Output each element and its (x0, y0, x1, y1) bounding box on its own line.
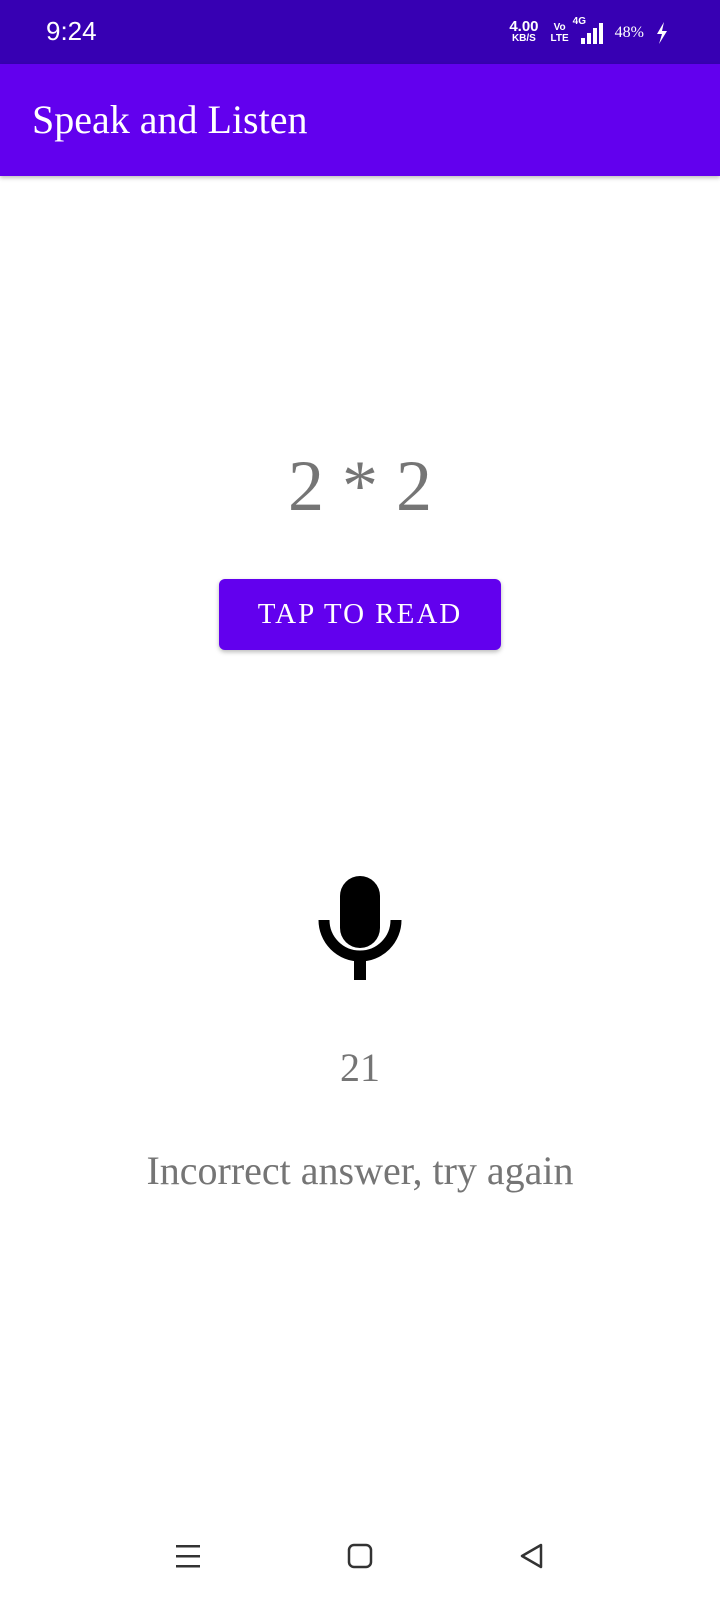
result-message: Incorrect answer, try again (146, 1148, 574, 1193)
app-bar: Speak and Listen (0, 64, 720, 176)
network-speed: 4.00 KB/S (509, 18, 539, 45)
microphone-icon (318, 876, 402, 980)
charging-bolt-icon (656, 22, 668, 44)
battery-percent: 48% (614, 24, 644, 41)
app-title: Speak and Listen (32, 97, 308, 142)
app-screen: 9:24 4.00 KB/S Vo LTE 4G 48% Speak and L… (0, 0, 720, 1600)
network-type: 4G (572, 16, 587, 27)
back-triangle-icon[interactable] (504, 1528, 560, 1584)
volte-top: Vo (553, 22, 566, 33)
status-bar: 9:24 4.00 KB/S Vo LTE 4G 48% (0, 0, 720, 64)
spoken-answer: 21 (340, 1045, 380, 1090)
home-square-icon[interactable] (332, 1528, 388, 1584)
network-speed-value: 4.00 (509, 18, 539, 35)
signal-bar (592, 28, 597, 44)
volte-indicator: Vo LTE (551, 22, 569, 44)
menu-icon[interactable] (160, 1528, 216, 1584)
navigation-bar (0, 1512, 720, 1600)
volte-bottom: LTE (550, 33, 569, 44)
network-speed-unit: KB/S (511, 33, 536, 44)
microphone-button[interactable] (318, 876, 402, 980)
status-indicators: 4.00 KB/S Vo LTE 4G 48% (509, 16, 668, 48)
signal-icon: 4G (573, 16, 603, 44)
signal-bar (586, 33, 591, 44)
status-time: 9:24 (46, 16, 97, 46)
signal-bar (580, 38, 585, 44)
tap-to-read-button[interactable]: TAP TO READ (219, 579, 501, 650)
signal-bar (598, 23, 603, 44)
question-text: 2 * 2 (288, 446, 432, 526)
